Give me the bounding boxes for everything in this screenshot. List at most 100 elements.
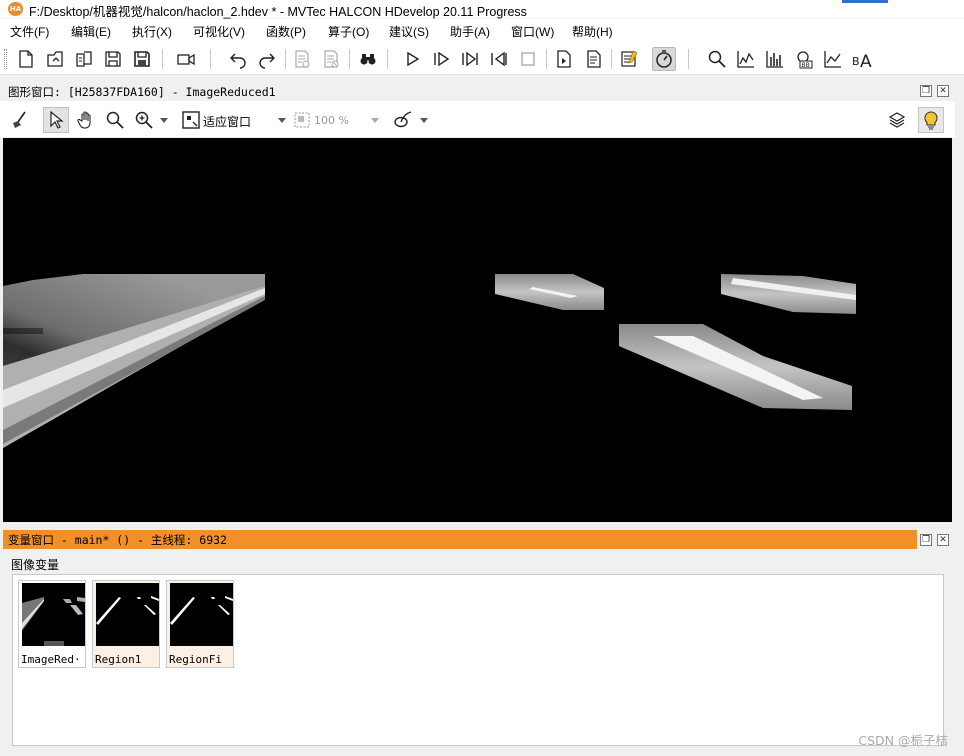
font-settings-button[interactable]: BA <box>850 47 874 71</box>
graphics-window-header: 图形窗口: [H25837FDA160] - ImageReduced1 ❐ ✕ <box>0 80 964 102</box>
iconic-variable-thumbnail[interactable]: ImageRed· <box>18 580 86 668</box>
undo-icon <box>230 53 246 69</box>
fit-window-dropdown-arrow[interactable] <box>278 118 286 123</box>
toolbar-grip[interactable] <box>4 49 7 69</box>
layers-button[interactable] <box>884 107 910 133</box>
open-program-button[interactable] <box>72 47 96 71</box>
iconic-variable-name: ImageRed· <box>21 653 81 666</box>
reset-all-icon <box>587 50 601 68</box>
new-file-icon <box>19 50 33 68</box>
magnifier-icon <box>708 50 726 68</box>
title-bar: HA F:/Desktop/机器视觉/halcon/haclon_2.hdev … <box>0 0 964 19</box>
ocr-icon: BB <box>797 51 813 69</box>
graphics-canvas[interactable] <box>3 138 952 522</box>
save-as-button[interactable] <box>130 47 154 71</box>
record-button[interactable] <box>174 47 198 71</box>
open-file-button[interactable] <box>43 47 67 71</box>
thumbnail-image <box>22 583 85 646</box>
pan-tool-button[interactable] <box>73 107 99 133</box>
fit-window-icon <box>182 111 200 129</box>
stop-button[interactable] <box>516 47 540 71</box>
menu-execute[interactable]: 执行(X) <box>132 23 172 40</box>
step-out-icon <box>491 51 507 67</box>
pointer-icon <box>50 110 64 129</box>
zoom-factor-value[interactable]: 100 % <box>314 114 349 127</box>
variables-edit-icon <box>621 50 638 67</box>
clear-window-button[interactable] <box>7 107 33 133</box>
zoom-window-button[interactable] <box>705 47 729 71</box>
new-file-button[interactable] <box>14 47 38 71</box>
camera-icon <box>177 53 195 66</box>
toolbar-separator <box>210 49 211 69</box>
ocr-button[interactable]: BB <box>792 47 816 71</box>
draw-mode-dropdown-arrow[interactable] <box>420 118 428 123</box>
iconic-variable-name: Region1 <box>95 653 142 666</box>
toolbar-separator <box>611 49 612 69</box>
magnify-tool-button[interactable] <box>102 107 128 133</box>
toolbar-separator <box>349 49 350 69</box>
hand-icon <box>77 111 91 129</box>
bar-histogram-icon <box>766 51 783 68</box>
step-out-button[interactable] <box>487 47 511 71</box>
window-title: F:/Desktop/机器视觉/halcon/haclon_2.hdev * -… <box>29 5 527 19</box>
menu-edit[interactable]: 编辑(E) <box>71 23 111 40</box>
line-profile-button[interactable] <box>821 47 845 71</box>
variables-inspect-button[interactable] <box>617 47 641 71</box>
right-dock-strip <box>955 78 964 526</box>
iconic-variable-thumbnail[interactable]: Region1 <box>92 580 160 668</box>
halcon-app-icon: HA <box>8 2 23 16</box>
menu-operators[interactable]: 算子(O) <box>328 23 369 40</box>
menu-visualization[interactable]: 可视化(V) <box>193 23 245 40</box>
deactivate-button[interactable] <box>319 47 343 71</box>
menu-file[interactable]: 文件(F) <box>10 23 49 40</box>
zoom-factor-button[interactable] <box>289 107 315 133</box>
save-as-icon <box>134 51 150 67</box>
feature-histogram-button[interactable] <box>763 47 787 71</box>
run-button[interactable] <box>400 47 424 71</box>
display-hints-button[interactable] <box>918 107 944 133</box>
pointer-tool-button[interactable] <box>43 107 69 133</box>
toolbar-separator <box>162 49 163 69</box>
step-into-button[interactable] <box>458 47 482 71</box>
graphics-window-close-button[interactable]: ✕ <box>937 85 949 97</box>
svg-text:B: B <box>852 55 860 68</box>
draw-shapes-icon <box>394 111 412 128</box>
graphics-window-toolbar: 适应窗口 100 % <box>0 101 964 137</box>
menu-suggestions[interactable]: 建议(S) <box>389 23 429 40</box>
zoom-factor-dropdown-arrow[interactable] <box>371 118 379 123</box>
font-icon: BA <box>852 52 872 69</box>
lightbulb-icon <box>924 111 938 130</box>
activate-button[interactable] <box>290 47 314 71</box>
zoom-in-icon <box>135 111 153 129</box>
zoom-tool-button[interactable] <box>131 107 157 133</box>
graphics-window-title: 图形窗口: [H25837FDA160] - ImageReduced1 <box>8 85 276 99</box>
variables-window-close-button[interactable]: ✕ <box>937 534 949 546</box>
menu-bar: 文件(F) 编辑(E) 执行(X) 可视化(V) 函数(P) 算子(O) 建议(… <box>0 19 964 43</box>
find-button[interactable] <box>356 47 380 71</box>
reset-program-icon <box>557 50 571 68</box>
graphics-window-restore-button[interactable]: ❐ <box>920 85 932 97</box>
profiler-button[interactable] <box>652 47 676 71</box>
zoom-tool-dropdown-arrow[interactable] <box>160 118 168 123</box>
save-button[interactable] <box>101 47 125 71</box>
menu-assistants[interactable]: 助手(A) <box>450 23 490 40</box>
reset-program-button[interactable] <box>552 47 576 71</box>
gray-histogram-button[interactable] <box>734 47 758 71</box>
redo-button[interactable] <box>255 47 279 71</box>
menu-procedures[interactable]: 函数(P) <box>266 23 306 40</box>
deactivate-line-icon <box>324 50 339 68</box>
undo-button[interactable] <box>226 47 250 71</box>
binoculars-icon <box>360 54 376 65</box>
iconic-variable-thumbnail[interactable]: RegionFi <box>166 580 234 668</box>
draw-mode-button[interactable] <box>390 107 416 133</box>
step-over-button[interactable] <box>429 47 453 71</box>
fit-window-label[interactable]: 适应窗口 <box>203 113 251 130</box>
menu-window[interactable]: 窗口(W) <box>511 23 554 40</box>
svg-text:BB: BB <box>802 62 810 69</box>
broom-icon <box>13 111 26 128</box>
menu-help[interactable]: 帮助(H) <box>572 23 613 40</box>
fit-window-button[interactable] <box>178 107 204 133</box>
reset-all-button[interactable] <box>581 47 605 71</box>
variables-window-restore-button[interactable]: ❐ <box>920 534 932 546</box>
activate-line-icon <box>295 50 310 68</box>
